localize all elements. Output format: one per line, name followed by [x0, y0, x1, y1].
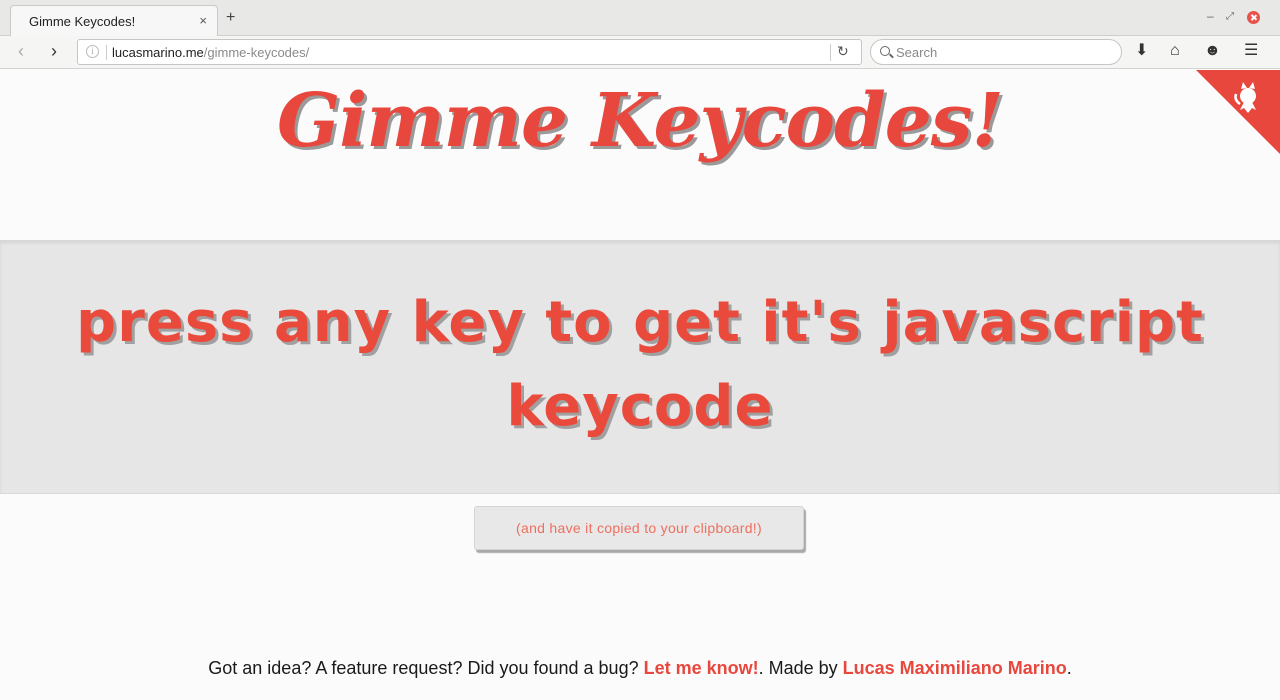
minimize-icon[interactable]: – [1207, 9, 1214, 23]
footer-suffix: . [1066, 658, 1072, 678]
browser-tab[interactable]: Gimme Keycodes! × [10, 5, 218, 37]
footer: Got an idea? A feature request? Did you … [0, 658, 1280, 679]
url-text[interactable]: lucasmarino.me/gimme-keycodes/ [112, 45, 309, 60]
tab-bar: Gimme Keycodes! × + – ⤢ [0, 0, 1280, 37]
menu-icon[interactable]: ☰ [1244, 41, 1258, 61]
reload-icon[interactable]: ↻ [837, 43, 849, 60]
close-window-icon[interactable] [1247, 11, 1260, 24]
search-icon [880, 46, 890, 56]
url-divider [106, 45, 107, 60]
github-corner[interactable] [1196, 70, 1280, 154]
footer-prefix: Got an idea? A feature request? Did you … [208, 658, 644, 678]
feedback-link[interactable]: Let me know! [644, 658, 759, 678]
url-path: /gimme-keycodes/ [203, 45, 310, 60]
page-content: Gimme Keycodes! press any key to get it'… [0, 70, 1280, 700]
home-icon[interactable]: ⌂ [1170, 41, 1180, 61]
tab-title: Gimme Keycodes! [29, 14, 136, 29]
url-host: lucasmarino.me [112, 45, 204, 60]
page-title: Gimme Keycodes! [277, 78, 1004, 164]
tab-close-icon[interactable]: × [199, 13, 207, 28]
back-icon[interactable]: ‹ [18, 40, 24, 62]
search-bar[interactable]: Search [870, 39, 1122, 65]
address-bar[interactable]: i lucasmarino.me/gimme-keycodes/ ↻ [77, 39, 862, 65]
navigation-bar: ‹ › i lucasmarino.me/gimme-keycodes/ ↻ S… [0, 36, 1280, 69]
footer-middle: . Made by [758, 658, 843, 678]
forward-icon[interactable]: › [51, 40, 57, 62]
new-tab-button[interactable]: + [226, 9, 235, 27]
banner-text: press any key to get it's javascript key… [76, 290, 1204, 439]
search-input[interactable]: Search [896, 45, 937, 60]
download-icon[interactable]: ⬇ [1135, 41, 1148, 61]
info-icon[interactable]: i [86, 45, 99, 58]
author-link[interactable]: Lucas Maximiliano Marino [843, 658, 1067, 678]
restore-icon[interactable]: ⤢ [1226, 11, 1234, 22]
keycode-banner[interactable]: press any key to get it's javascript key… [0, 240, 1280, 494]
chat-icon[interactable]: ☻ [1204, 41, 1221, 61]
reload-divider [830, 44, 831, 61]
clipboard-button[interactable]: (and have it copied to your clipboard!) [474, 506, 804, 550]
